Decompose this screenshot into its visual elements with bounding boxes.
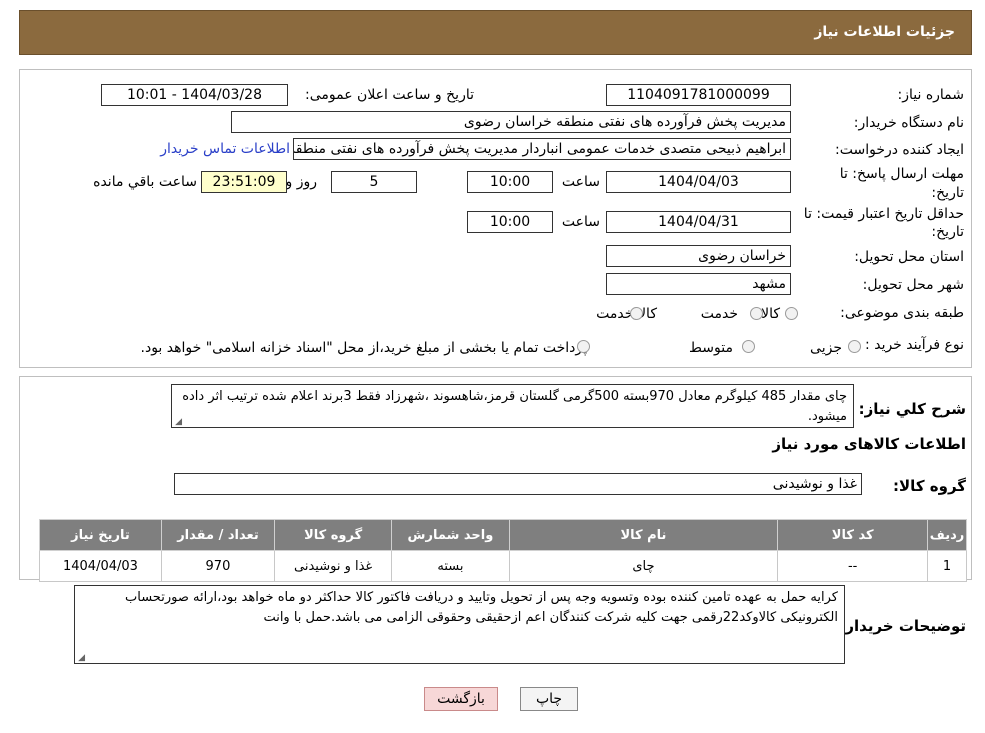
- goods-section-title: اطلاعات کالاهای مورد نياز: [772, 435, 966, 453]
- validity-date-field: 1404/04/31: [606, 211, 791, 233]
- cell-need-date: 1404/04/03: [39, 550, 162, 582]
- page-header: جزئیات اطلاعات نیاز: [19, 10, 972, 55]
- remaining-time-field: 23:51:09: [201, 171, 287, 193]
- process-note-radio[interactable]: [577, 340, 590, 353]
- buyer-contact-link[interactable]: اطلاعات تماس خریدار: [160, 141, 290, 157]
- announce-datetime-field: 1404/03/28 - 10:01: [101, 84, 288, 106]
- reply-time-field: 10:00: [467, 171, 553, 193]
- need-number-field: 1104091781000099: [606, 84, 791, 106]
- city-field: مشهد: [606, 273, 791, 295]
- col-header-group: گروه کالا: [273, 519, 393, 551]
- goods-group-label: گروه کالا:: [893, 477, 966, 495]
- cell-name: چای: [508, 550, 779, 582]
- province-field: خراسان رضوی: [606, 245, 791, 267]
- page-title: جزئیات اطلاعات نیاز: [814, 24, 955, 40]
- remaining-time-label: ساعت باقي مانده: [93, 174, 197, 190]
- col-header-quantity: تعداد / مقدار: [160, 519, 276, 551]
- description-textarea[interactable]: چای مقدار 485 کیلوگرم معادل 970بسته 500گ…: [171, 384, 854, 428]
- category-label: طبقه بندی موضوعی:: [840, 305, 964, 321]
- resize-handle-icon[interactable]: ◢: [77, 654, 85, 663]
- category-option-both-label: کالا/خدمت: [596, 306, 657, 322]
- validity-time-label: ساعت: [561, 214, 600, 230]
- validity-label: حداقل تاریخ اعتبار قیمت: تا: [803, 206, 964, 222]
- col-header-row-no: ردیف: [927, 519, 967, 551]
- category-option-service-label: خدمت: [700, 306, 738, 322]
- days-remaining-field: 5: [331, 171, 417, 193]
- category-option-both-radio[interactable]: [630, 307, 643, 320]
- province-label: استان محل تحویل:: [854, 249, 964, 265]
- need-number-label: شماره نیاز:: [897, 87, 965, 103]
- buyer-org-field: مدیریت پخش فرآورده های نفتی منطقه خراسان…: [231, 111, 791, 133]
- cell-row-no: 1: [927, 550, 967, 582]
- col-header-unit: واحد شمارش: [391, 519, 510, 551]
- reply-date-field: 1404/04/03: [606, 171, 791, 193]
- validity-label-2: تاریخ:: [931, 224, 964, 240]
- print-button[interactable]: چاپ: [520, 687, 578, 711]
- process-option-minor-label: جزیی: [810, 340, 842, 356]
- cell-group: غذا و نوشیدنی: [273, 550, 393, 582]
- col-header-need-date: تاریخ نیاز: [39, 519, 162, 551]
- days-label: روز و: [285, 174, 318, 190]
- table-row: 1 -- چای بسته غذا و نوشیدنی 970 1404/04/…: [39, 550, 967, 582]
- category-option-service-radio[interactable]: [750, 307, 763, 320]
- process-option-medium-radio[interactable]: [742, 340, 755, 353]
- goods-table: ردیف کد کالا نام کالا واحد شمارش گروه کا…: [39, 519, 967, 582]
- creator-label: ایجاد کننده درخواست:: [835, 142, 964, 158]
- creator-field: ابراهیم ذبیحی متصدی خدمات عمومی انباردار…: [293, 138, 791, 160]
- back-button[interactable]: بازگشت: [424, 687, 498, 711]
- reply-time-label: ساعت: [561, 174, 600, 190]
- reply-deadline-label-2: تاریخ:: [931, 185, 964, 201]
- category-option-goods-radio[interactable]: [785, 307, 798, 320]
- buyer-notes-textarea[interactable]: کرایه حمل به عهده تامین کننده بوده وتسوی…: [74, 585, 845, 664]
- reply-deadline-label: مهلت ارسال پاسخ: تا: [839, 166, 964, 182]
- description-label: شرح کلي نياز:: [858, 400, 966, 418]
- process-label: نوع فرآیند خرید :: [865, 337, 964, 353]
- col-header-name: نام کالا: [508, 519, 779, 551]
- goods-group-field: غذا و نوشیدنی: [174, 473, 862, 495]
- category-option-goods-label: کالا: [761, 306, 780, 322]
- cell-unit: بسته: [391, 550, 510, 582]
- buyer-notes-label: توضیحات خریدار:: [839, 617, 966, 635]
- validity-time-field: 10:00: [467, 211, 553, 233]
- goods-table-header: ردیف کد کالا نام کالا واحد شمارش گروه کا…: [39, 519, 967, 551]
- process-option-medium-label: متوسط: [689, 340, 733, 356]
- buyer-notes-text: کرایه حمل به عهده تامین کننده بوده وتسوی…: [125, 590, 838, 625]
- process-note: پرداخت تمام یا بخشی از مبلغ خرید،از محل …: [140, 340, 587, 356]
- cell-code: --: [777, 550, 929, 582]
- announce-label: تاریخ و ساعت اعلان عمومی:: [305, 87, 474, 103]
- process-option-minor-radio[interactable]: [848, 340, 861, 353]
- city-label: شهر محل تحویل:: [862, 277, 964, 293]
- cell-quantity: 970: [160, 550, 276, 582]
- resize-handle-icon[interactable]: ◢: [174, 418, 182, 427]
- buyer-org-label: نام دستگاه خریدار:: [853, 115, 964, 131]
- description-text: چای مقدار 485 کیلوگرم معادل 970بسته 500گ…: [182, 389, 847, 424]
- col-header-code: کد کالا: [777, 519, 929, 551]
